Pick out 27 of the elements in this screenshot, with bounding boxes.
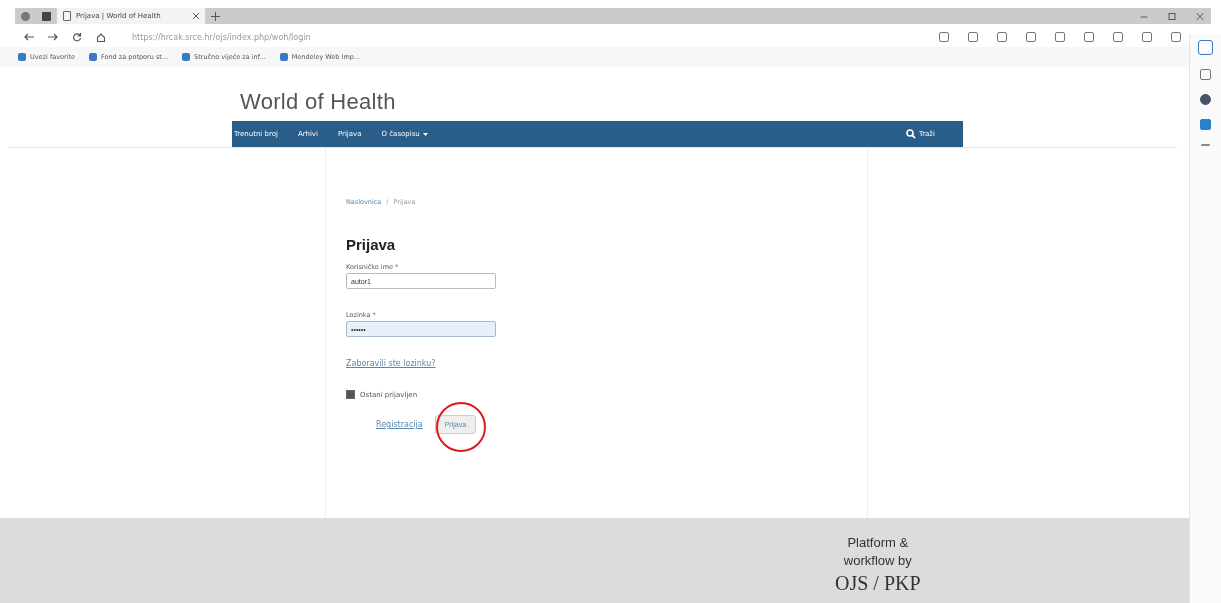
toolbar-icon[interactable]: [1026, 32, 1036, 42]
toolbar-icon[interactable]: [939, 32, 949, 42]
toolbar-icon[interactable]: [1142, 32, 1152, 42]
page-heading: Prijava: [346, 236, 396, 253]
site-title[interactable]: World of Health: [240, 89, 396, 115]
toolbar-icon[interactable]: [1055, 32, 1065, 42]
new-tab-icon[interactable]: [211, 11, 220, 21]
toolbar-icon[interactable]: [1084, 32, 1094, 42]
toolbar-icon[interactable]: [968, 32, 978, 42]
ojs-pkp-logo[interactable]: OJS / PKP: [835, 570, 921, 596]
caret-icon: [422, 132, 428, 136]
home-icon[interactable]: [94, 32, 108, 42]
toolbar-icon[interactable]: [1171, 32, 1181, 42]
back-icon[interactable]: [22, 33, 36, 41]
toolbar-icon[interactable]: [997, 32, 1007, 42]
footer-text: workflow by: [843, 552, 912, 570]
forgot-password-link[interactable]: Zaboravili ste lozinku?: [346, 359, 436, 368]
highlight-circle: [436, 402, 487, 452]
circle-icon[interactable]: [1200, 94, 1211, 105]
register-link[interactable]: Registracija: [376, 420, 423, 429]
tab-actions-icon[interactable]: [42, 11, 51, 21]
footer-text: Platform &: [847, 534, 909, 552]
forward-icon[interactable]: [46, 33, 60, 41]
refresh-icon[interactable]: [70, 32, 84, 42]
tab-close-icon[interactable]: [193, 13, 199, 19]
toolbar-icon[interactable]: [1113, 32, 1123, 42]
checkbox[interactable]: [346, 390, 355, 399]
